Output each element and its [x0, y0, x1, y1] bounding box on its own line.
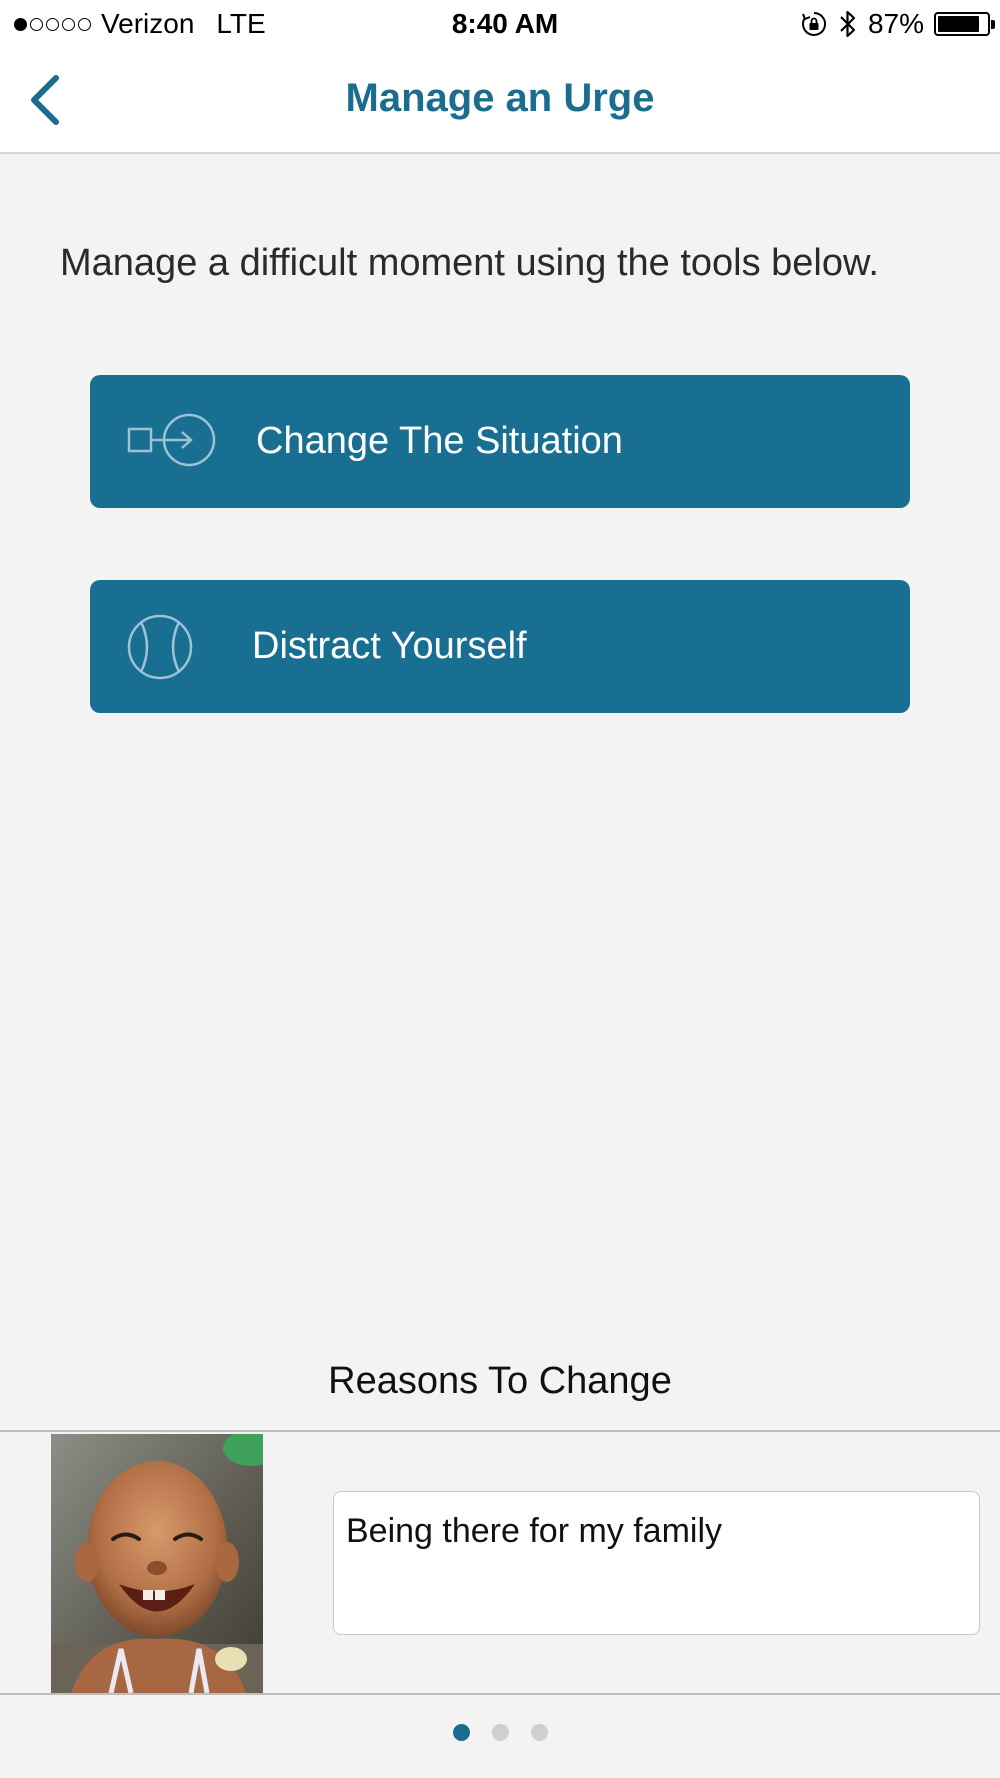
reasons-title: Reasons To Change	[328, 1360, 672, 1402]
reason-text-field[interactable]: Being there for my family	[333, 1491, 980, 1635]
intro-text: Manage a difficult moment using the tool…	[60, 242, 879, 284]
page-dot[interactable]	[530, 1724, 548, 1741]
change-the-situation-button[interactable]: Change The Situation	[90, 375, 910, 508]
tool-label: Change The Situation	[256, 420, 623, 462]
page-dot[interactable]	[491, 1724, 509, 1741]
status-bar: Verizon LTE 8:40 AM 87%	[0, 0, 1000, 50]
bluetooth-icon	[840, 10, 856, 38]
smiling-child-photo	[51, 1434, 263, 1693]
status-right: 87%	[800, 8, 995, 40]
page-title: Manage an Urge	[345, 76, 655, 120]
distract-yourself-button[interactable]: Distract Yourself	[90, 580, 910, 713]
battery-percent: 87%	[867, 8, 924, 39]
orientation-lock-icon	[801, 12, 826, 36]
battery-icon	[934, 12, 995, 36]
page-dot[interactable]	[452, 1724, 470, 1741]
square-arrow-circle-icon	[127, 413, 216, 467]
tool-label: Distract Yourself	[252, 625, 527, 667]
page-indicator	[0, 1724, 1000, 1741]
reason-carousel[interactable]: Being there for my family	[0, 1430, 1000, 1695]
tennis-ball-icon	[127, 614, 193, 680]
nav-bar: Manage an Urge	[0, 50, 1000, 154]
